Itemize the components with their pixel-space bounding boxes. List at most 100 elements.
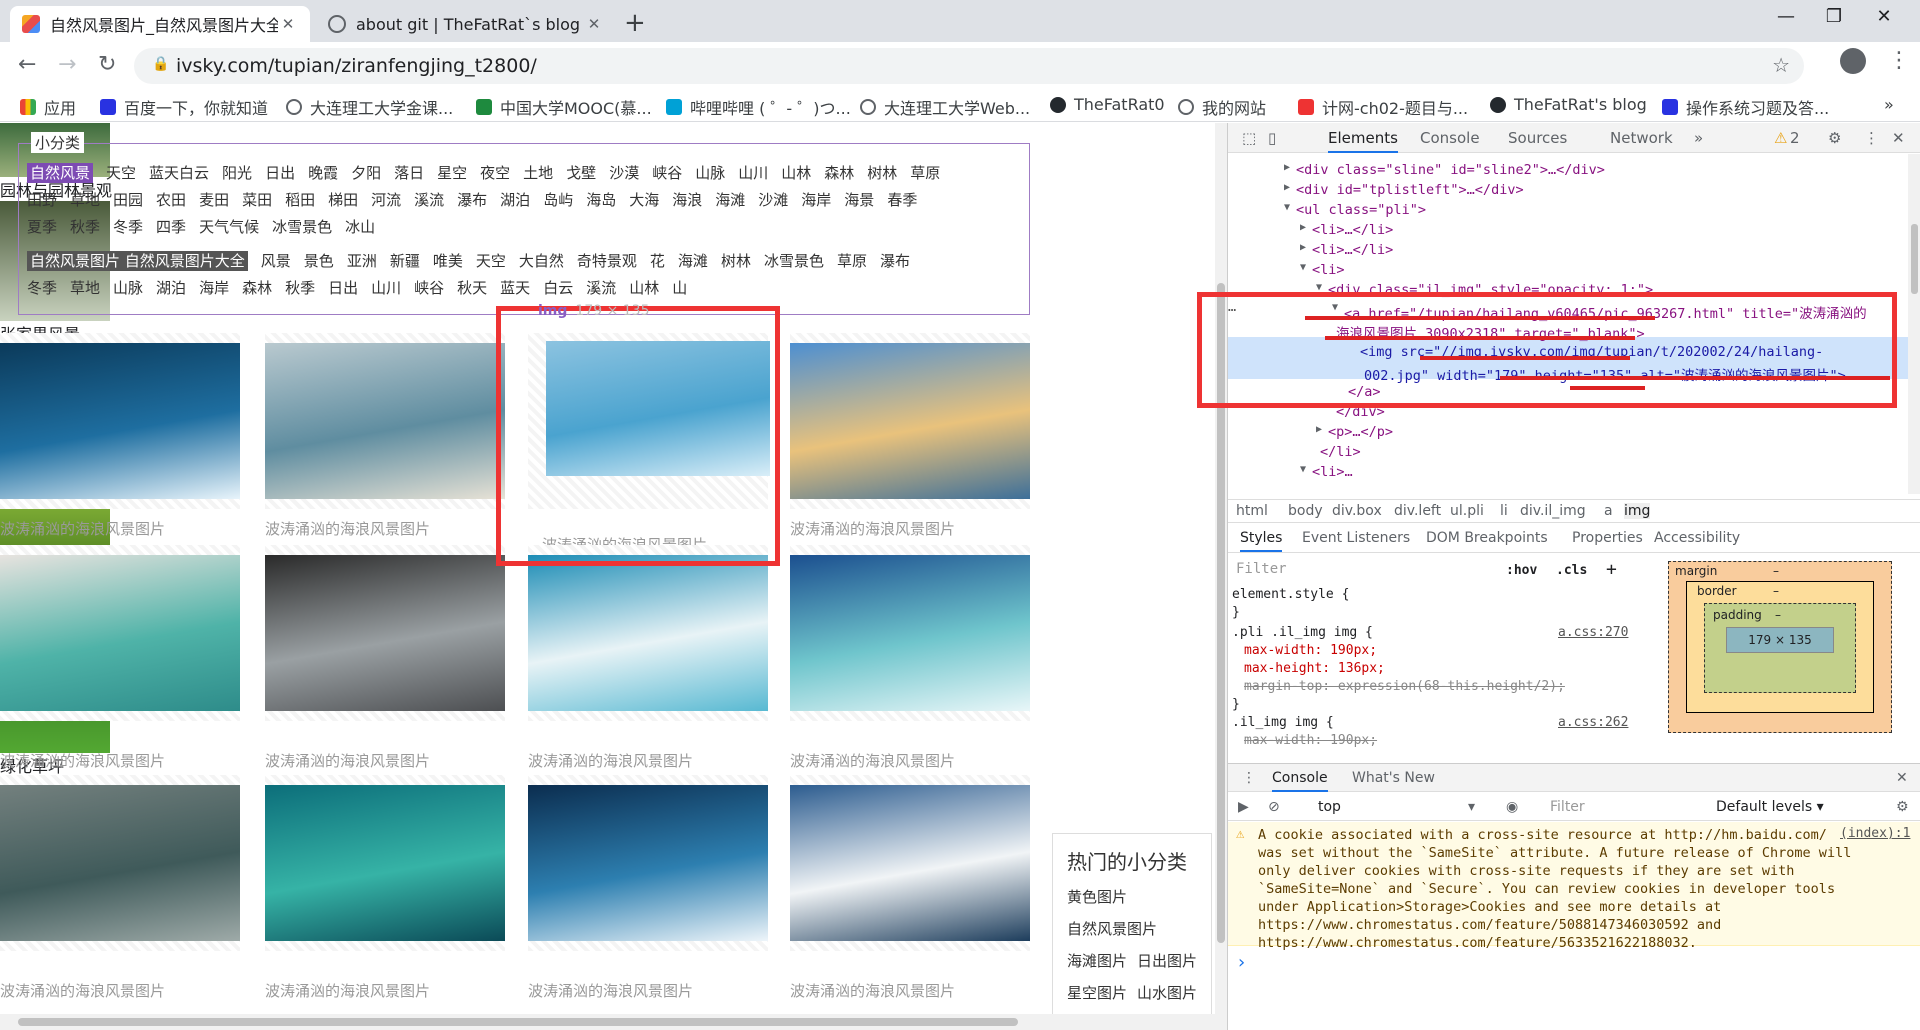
tag-link[interactable]: 山脉 <box>695 164 725 182</box>
tag-link[interactable]: 天气气候 <box>199 218 259 236</box>
expand-arrow-icon[interactable]: ▶ <box>1284 162 1290 173</box>
style-source-link[interactable]: a.css:270 <box>1558 625 1628 640</box>
bookmark-item[interactable]: 中国大学MOOC(慕... <box>476 95 652 119</box>
tag-link[interactable]: 冰雪景色 <box>272 218 332 236</box>
tag-link[interactable]: 沙滩 <box>758 191 788 209</box>
new-tab-button[interactable]: + <box>624 8 646 38</box>
maximize-button[interactable]: ❐ <box>1814 6 1854 36</box>
wave-photo[interactable] <box>265 343 505 499</box>
menu-icon[interactable]: ⋮ <box>1888 48 1910 73</box>
expand-arrow-icon[interactable]: ▼ <box>1284 202 1290 213</box>
expand-arrow-icon[interactable]: ▶ <box>1284 182 1290 193</box>
tag-link[interactable]: 自然风景 <box>27 163 94 183</box>
tag-link[interactable]: 奇特景观 <box>577 252 637 270</box>
bookmark-item[interactable]: TheFatRat's blog <box>1490 95 1647 114</box>
tag-link[interactable]: 风景 <box>261 252 291 270</box>
tree-scrollbar[interactable] <box>1908 154 1920 494</box>
breadcrumb-item[interactable]: a <box>1604 503 1613 519</box>
photo-caption[interactable]: 波涛涌汹的海浪风景图片 <box>528 750 693 771</box>
console-filter-input[interactable]: Filter <box>1550 799 1585 815</box>
tag-link[interactable]: 秋天 <box>457 279 487 297</box>
tag-link[interactable]: 山林 <box>629 279 659 297</box>
photo-caption[interactable]: 波涛涌汹的海浪风景图片 <box>790 980 955 1001</box>
bookmark-item[interactable]: 我的网站 <box>1178 95 1266 119</box>
breadcrumb-item[interactable]: div.left <box>1394 503 1441 519</box>
dom-node[interactable]: <li>… <box>1312 464 1353 480</box>
tag-link[interactable]: 山川 <box>371 279 401 297</box>
tag-link[interactable]: 草原 <box>837 252 867 270</box>
photo-caption[interactable]: 波涛涌汹的海浪风景图片 <box>790 518 955 539</box>
tag-link[interactable]: 瀑布 <box>457 191 487 209</box>
tag-link[interactable]: 自然风景图片 自然风景图片大全 <box>27 251 248 271</box>
tag-link[interactable]: 土地 <box>523 164 553 182</box>
tag-link[interactable]: 海岛 <box>586 191 616 209</box>
style-tab[interactable]: Properties <box>1572 530 1643 546</box>
tag-link[interactable]: 花 <box>650 252 665 270</box>
close-devtools-icon[interactable]: ✕ <box>1892 129 1905 147</box>
tag-link[interactable]: 白云 <box>543 279 573 297</box>
tag-link[interactable]: 日出 <box>328 279 358 297</box>
style-line[interactable]: } <box>1232 605 1240 620</box>
bookmark-star-icon[interactable]: ☆ <box>1772 53 1790 77</box>
dom-node[interactable]: <li>…</li> <box>1312 242 1393 258</box>
photo-caption[interactable]: 波涛涌汹的海浪风景图片 <box>0 750 165 771</box>
tag-link[interactable]: 瀑布 <box>880 252 910 270</box>
tag-link[interactable]: 春季 <box>887 191 917 209</box>
context-select[interactable]: top <box>1318 799 1341 815</box>
inspect-icon[interactable]: ⬚ <box>1242 129 1256 147</box>
style-tab[interactable]: DOM Breakpoints <box>1426 530 1548 546</box>
tag-link[interactable]: 戈壁 <box>566 164 596 182</box>
tag-link[interactable]: 峡谷 <box>652 164 682 182</box>
scroll-thumb[interactable] <box>18 1018 1018 1026</box>
tag-link[interactable]: 新疆 <box>390 252 420 270</box>
add-rule-icon[interactable]: + <box>1606 559 1617 580</box>
device-toggle-icon[interactable]: ▯ <box>1268 129 1276 147</box>
photo-caption[interactable]: 波涛涌汹的海浪风景图片 <box>0 518 165 539</box>
bookmark-item[interactable]: 百度一下，你就知道 <box>100 95 268 119</box>
tag-link[interactable]: 冬季 <box>27 279 57 297</box>
bookmark-item[interactable]: 计网-ch02-题目与... <box>1298 95 1468 119</box>
bookmark-item[interactable]: 哔哩哔哩 ( ゜- ゜)つ... <box>666 95 851 119</box>
style-line[interactable]: .pli .il_img img { <box>1232 625 1373 640</box>
tag-link[interactable]: 山 <box>672 279 687 297</box>
photo-caption[interactable]: 波涛涌汹的海浪风景图片 <box>265 750 430 771</box>
style-line[interactable]: max-width: 190px; <box>1244 643 1377 658</box>
tag-link[interactable]: 草地 <box>70 191 100 209</box>
tag-link[interactable]: 景色 <box>304 252 334 270</box>
bookmark-item[interactable]: 大连理工大学金课... <box>286 95 453 119</box>
dom-node[interactable]: <div class="sline" id="sline2">…</div> <box>1296 162 1605 178</box>
forward-icon[interactable]: → <box>58 52 76 77</box>
breadcrumb-item[interactable]: li <box>1500 503 1508 519</box>
tag-link[interactable]: 秋季 <box>285 279 315 297</box>
sidebar-toggle-icon[interactable]: ▶ <box>1238 799 1249 815</box>
tag-link[interactable]: 田野 <box>27 191 57 209</box>
tag-link[interactable]: 树林 <box>721 252 751 270</box>
bookmark-item[interactable]: 大连理工大学Web... <box>860 95 1030 119</box>
tag-link[interactable]: 亚洲 <box>347 252 377 270</box>
styles-filter-input[interactable]: Filter <box>1236 561 1287 577</box>
drawer-tab-console[interactable]: Console <box>1272 770 1328 792</box>
tag-link[interactable]: 溪流 <box>414 191 444 209</box>
tag-link[interactable]: 沙漠 <box>609 164 639 182</box>
settings-gear-icon[interactable]: ⚙ <box>1828 129 1841 147</box>
warning-source-link[interactable]: (index):1 <box>1840 826 1910 841</box>
tag-link[interactable]: 秋季 <box>70 218 100 236</box>
tag-link[interactable]: 山川 <box>738 164 768 182</box>
breadcrumb-item[interactable]: img <box>1624 503 1651 519</box>
tag-link[interactable]: 山林 <box>781 164 811 182</box>
tag-link[interactable]: 河流 <box>371 191 401 209</box>
wave-photo[interactable] <box>790 343 1030 499</box>
address-bar[interactable]: 🔒 ivsky.com/tupian/ziranfengjing_t2800/ … <box>134 48 1804 84</box>
style-line[interactable]: max-height: 136px; <box>1244 661 1385 676</box>
tag-link[interactable]: 唯美 <box>433 252 463 270</box>
wave-photo[interactable] <box>0 343 240 499</box>
close-tab-icon[interactable]: ✕ <box>584 15 604 33</box>
tab-inactive[interactable]: about git | TheFatRat`s blog ✕ <box>316 6 616 42</box>
close-drawer-icon[interactable]: ✕ <box>1896 770 1908 786</box>
tag-link[interactable]: 星空 <box>437 164 467 182</box>
dom-node[interactable]: </li> <box>1320 444 1361 460</box>
tag-link[interactable]: 阳光 <box>222 164 252 182</box>
drawer-tab-whatsnew[interactable]: What's New <box>1352 770 1435 786</box>
tag-link[interactable]: 海岸 <box>801 191 831 209</box>
expand-arrow-icon[interactable]: ▶ <box>1300 242 1306 253</box>
